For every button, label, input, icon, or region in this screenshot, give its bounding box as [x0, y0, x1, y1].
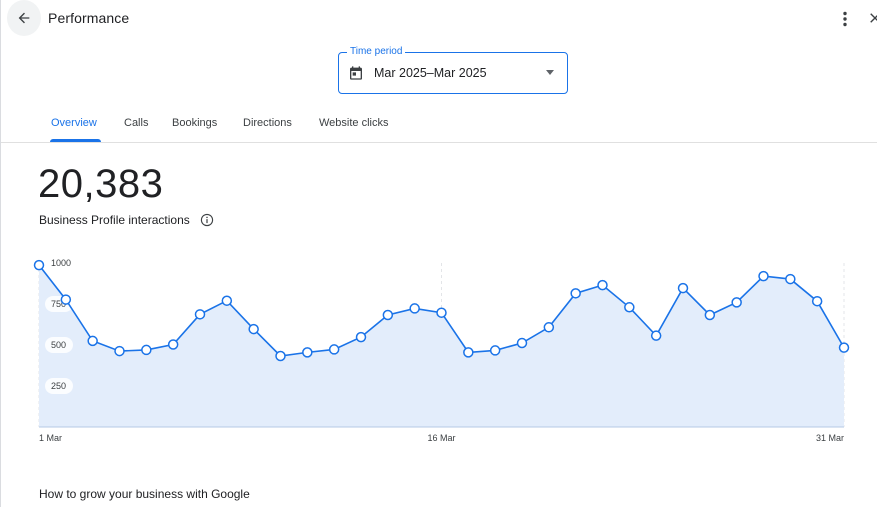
- performance-panel: Performance Time period Mar 2025–Mar 202…: [0, 0, 877, 507]
- data-point-11: [302, 347, 313, 358]
- data-point-19: [516, 337, 528, 349]
- data-point-28: [758, 270, 769, 282]
- data-point-4: [114, 345, 125, 357]
- data-point-15: [409, 303, 420, 314]
- data-point-16: [436, 307, 447, 318]
- data-point-10: [275, 350, 286, 362]
- data-point-25: [677, 282, 689, 294]
- data-point-31: [838, 342, 850, 353]
- x-tick-label-1: 16 Mar: [427, 433, 455, 443]
- data-point-22: [597, 279, 608, 291]
- data-point-24: [650, 330, 662, 341]
- x-tick-label-0: 1 Mar: [39, 433, 62, 443]
- x-tick-label-2: 31 Mar: [816, 433, 844, 443]
- grow-business-heading: How to grow your business with Google: [39, 487, 250, 501]
- data-point-12: [328, 344, 340, 355]
- y-tick-label-0: 1000: [51, 258, 71, 268]
- data-point-5: [141, 344, 152, 356]
- data-point-9: [248, 323, 259, 335]
- data-point-23: [624, 302, 635, 313]
- interactions-chart: 10007505002501 Mar 16 Mar 31 Mar: [33, 258, 850, 443]
- data-point-21: [570, 288, 581, 299]
- data-point-18: [489, 345, 501, 356]
- data-point-1: [33, 259, 45, 271]
- y-tick-label-3: 250: [51, 381, 66, 391]
- data-point-3: [87, 335, 98, 347]
- data-point-30: [811, 295, 823, 307]
- data-point-27: [731, 297, 742, 308]
- data-point-2: [60, 294, 72, 305]
- data-point-17: [463, 347, 474, 358]
- data-point-7: [194, 309, 206, 320]
- data-point-13: [355, 331, 367, 343]
- data-point-14: [382, 309, 394, 321]
- data-point-8: [221, 295, 233, 306]
- data-point-6: [167, 339, 179, 350]
- data-point-20: [543, 322, 555, 333]
- data-point-26: [704, 309, 716, 321]
- y-tick-label-2: 500: [51, 340, 66, 350]
- data-point-29: [785, 273, 796, 285]
